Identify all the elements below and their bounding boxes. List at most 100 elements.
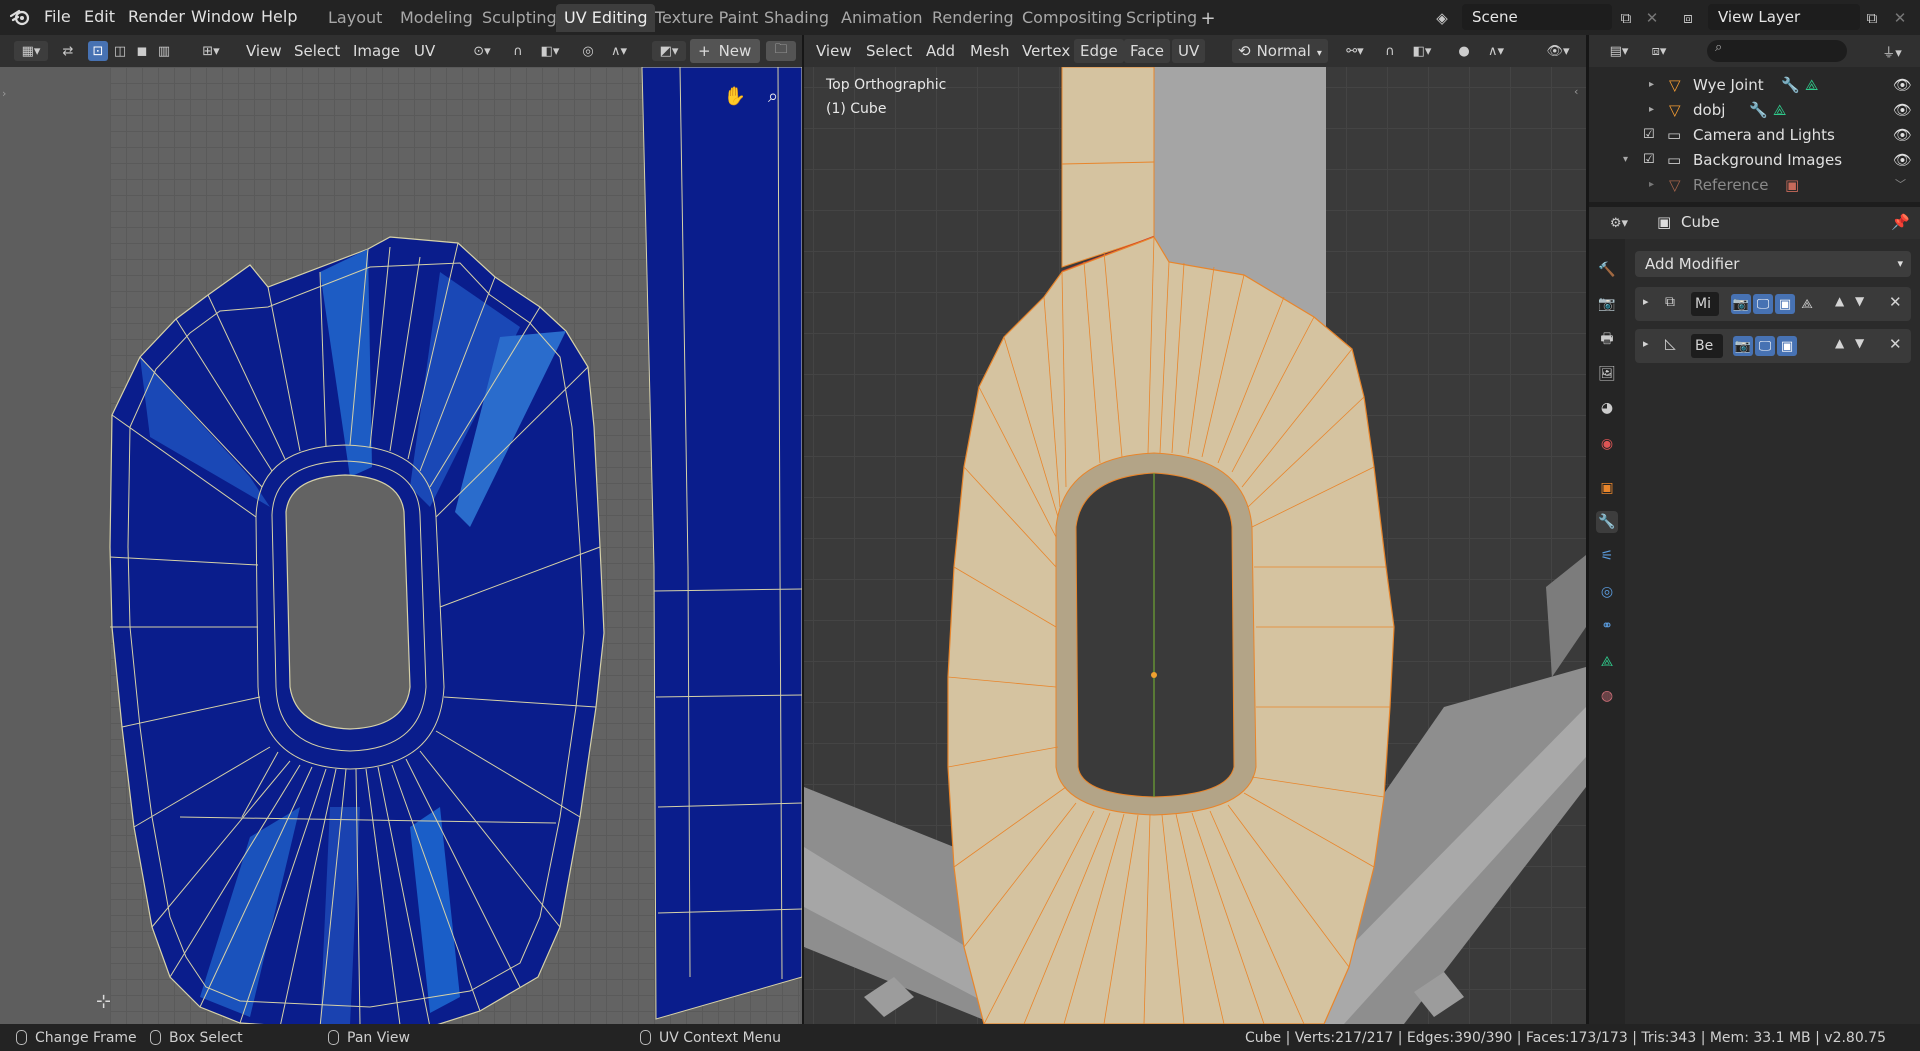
viewport-toggle-icon[interactable]: 🖵 bbox=[1755, 336, 1775, 356]
vp-snap-target-icon[interactable]: ◧▾ bbox=[1406, 41, 1438, 61]
chevron-down-icon[interactable]: ﹀ bbox=[1895, 173, 1906, 197]
tab-scripting[interactable]: Scripting bbox=[1118, 4, 1205, 32]
tab-uv-editing[interactable]: UV Editing bbox=[556, 4, 656, 32]
vp-menu-uv[interactable]: UV bbox=[1172, 39, 1206, 63]
properties-editor-type-icon[interactable]: ⚙▾ bbox=[1603, 213, 1635, 233]
tab-modeling[interactable]: Modeling bbox=[392, 4, 481, 32]
delete-scene-icon[interactable]: ✕ bbox=[1642, 8, 1662, 28]
menu-file[interactable]: File bbox=[40, 6, 75, 28]
output-tab-icon[interactable]: 🖶 bbox=[1596, 329, 1618, 351]
editmode-toggle-icon[interactable]: 📷 bbox=[1733, 336, 1753, 356]
viewport-sidebar-toggle-icon[interactable]: ‹ bbox=[1574, 85, 1578, 98]
view-layer-icon[interactable]: ⧈ bbox=[1678, 8, 1698, 28]
outliner-item-dobj[interactable]: ▸ ▽ dobj 🔧 ⟁ 👁 bbox=[1589, 98, 1920, 122]
expand-icon[interactable]: ▸ bbox=[1643, 337, 1649, 350]
tab-animation[interactable]: Animation bbox=[833, 4, 931, 32]
tab-rendering[interactable]: Rendering bbox=[924, 4, 1022, 32]
filter-icon[interactable]: ⏚▾ bbox=[1875, 41, 1909, 61]
zoom-icon[interactable]: ⌕ bbox=[758, 81, 788, 111]
vp-menu-view[interactable]: View bbox=[810, 39, 858, 63]
move-up-icon[interactable]: ▲ bbox=[1835, 336, 1844, 350]
move-down-icon[interactable]: ▼ bbox=[1855, 294, 1864, 308]
3d-viewport[interactable]: Top Orthographic (1) Cube ‹ bbox=[804, 67, 1586, 1024]
disclosure-icon[interactable]: ▸ bbox=[1649, 98, 1654, 122]
remove-modifier-icon[interactable]: ✕ bbox=[1889, 293, 1902, 311]
remove-modifier-icon[interactable]: ✕ bbox=[1889, 335, 1902, 353]
vp-menu-edge[interactable]: Edge bbox=[1074, 39, 1124, 63]
vp-menu-select[interactable]: Select bbox=[860, 39, 918, 63]
tool-tab-icon[interactable]: 🔨 bbox=[1596, 259, 1618, 281]
proportional-edit-icon[interactable]: ◎ bbox=[578, 41, 598, 61]
new-view-layer-icon[interactable]: ⧉ bbox=[1862, 8, 1882, 28]
menu-render[interactable]: Render bbox=[124, 6, 189, 28]
vp-menu-vertex[interactable]: Vertex bbox=[1016, 39, 1076, 63]
uv-menu-view[interactable]: View bbox=[240, 39, 288, 63]
new-scene-icon[interactable]: ⧉ bbox=[1616, 8, 1636, 28]
uv-menu-select[interactable]: Select bbox=[288, 39, 346, 63]
world-tab-icon[interactable]: ◉ bbox=[1596, 433, 1618, 455]
eye-icon[interactable]: 👁 bbox=[1893, 123, 1912, 147]
outliner-search-input[interactable]: ⌕ bbox=[1707, 40, 1847, 62]
viewport-overlay-icon[interactable]: 👁▾ bbox=[1540, 41, 1576, 61]
outliner-editor-type-icon[interactable]: ▤▾ bbox=[1603, 41, 1635, 61]
menu-help[interactable]: Help bbox=[257, 6, 301, 28]
tab-compositing[interactable]: Compositing bbox=[1014, 4, 1130, 32]
pivot-icon[interactable]: ⊙▾ bbox=[466, 41, 498, 61]
scene-tab-icon[interactable]: ◕ bbox=[1596, 397, 1618, 419]
snap-icon[interactable]: ∩ bbox=[508, 41, 528, 61]
cage-toggle-icon[interactable]: ⟁ bbox=[1797, 294, 1817, 314]
modifier-name-field[interactable]: Be bbox=[1691, 334, 1723, 358]
tab-layout[interactable]: Layout bbox=[320, 4, 390, 32]
render-toggle-icon[interactable]: ▣ bbox=[1775, 294, 1795, 314]
scene-field[interactable]: Scene bbox=[1462, 4, 1612, 30]
vp-menu-add[interactable]: Add bbox=[920, 39, 961, 63]
particles-tab-icon[interactable]: ⚟ bbox=[1596, 545, 1618, 567]
expand-icon[interactable]: ▾ bbox=[1623, 148, 1628, 172]
tab-sculpting[interactable]: Sculpting bbox=[474, 4, 565, 32]
constraints-tab-icon[interactable]: ⚭ bbox=[1596, 615, 1618, 637]
modifier-mirror[interactable]: ▸ ⧉ Mi 📷 🖵 ▣ ⟁ ▲ ▼ ✕ bbox=[1635, 287, 1911, 321]
open-image-icon[interactable]: 🗀 bbox=[766, 41, 796, 61]
checkbox-icon[interactable]: ☑ bbox=[1643, 148, 1655, 172]
outliner-item-camera-and-lights[interactable]: ☑ ▭ Camera and Lights 👁 bbox=[1589, 123, 1920, 147]
uv-menu-uv[interactable]: UV bbox=[408, 39, 441, 63]
vp-menu-mesh[interactable]: Mesh bbox=[964, 39, 1016, 63]
modifier-name-field[interactable]: Mi bbox=[1691, 292, 1719, 316]
eye-icon[interactable]: 👁 bbox=[1893, 73, 1912, 97]
expand-icon[interactable]: ▸ bbox=[1643, 295, 1649, 308]
material-tab-icon[interactable]: ◍ bbox=[1596, 685, 1618, 707]
vp-proportional-icon[interactable]: ● bbox=[1454, 41, 1474, 61]
view-layer-field[interactable]: View Layer bbox=[1708, 4, 1860, 30]
eye-icon[interactable]: 👁 bbox=[1893, 98, 1912, 122]
mesh-stem[interactable] bbox=[1061, 67, 1155, 268]
uv-island-ring[interactable] bbox=[109, 236, 605, 1024]
island-select-mode-icon[interactable]: ▥ bbox=[154, 41, 174, 61]
vertex-select-mode-icon[interactable]: ⊡ bbox=[88, 41, 108, 61]
render-tab-icon[interactable]: 📷 bbox=[1596, 293, 1618, 315]
delete-view-layer-icon[interactable]: ✕ bbox=[1890, 8, 1910, 28]
eye-icon[interactable]: 👁 bbox=[1893, 148, 1912, 172]
vp-menu-face[interactable]: Face bbox=[1124, 39, 1170, 63]
add-workspace-icon[interactable]: + bbox=[1198, 8, 1218, 29]
outliner-item-background-images[interactable]: ▾ ☑ ▭ Background Images 👁 bbox=[1589, 148, 1920, 172]
display-mode-icon[interactable]: ⧈▾ bbox=[1643, 41, 1675, 61]
sticky-select-icon[interactable]: ⊞▾ bbox=[196, 41, 226, 61]
pin-icon[interactable]: 📌 bbox=[1891, 213, 1910, 231]
add-modifier-dropdown[interactable]: Add Modifier ▾ bbox=[1635, 251, 1911, 277]
modifier-bevel[interactable]: ▸ ◺ Be 📷 🖵 ▣ ▲ ▼ ✕ bbox=[1635, 329, 1911, 363]
menu-window[interactable]: Window bbox=[187, 6, 258, 28]
vp-snap-icon[interactable]: ∩ bbox=[1380, 41, 1400, 61]
edge-select-mode-icon[interactable]: ◫ bbox=[110, 41, 130, 61]
editor-type-icon[interactable]: ▦▾ bbox=[14, 41, 48, 61]
move-up-icon[interactable]: ▲ bbox=[1835, 294, 1844, 308]
image-browse-icon[interactable]: ◩▾ bbox=[652, 41, 686, 61]
face-select-mode-icon[interactable]: ◼ bbox=[132, 41, 152, 61]
uv-editor[interactable]: ✋ ⌕ › ⊹ bbox=[0, 67, 802, 1024]
uv-island-strip[interactable] bbox=[641, 67, 802, 1020]
tab-texture-paint[interactable]: Texture Paint bbox=[647, 4, 766, 32]
outliner-item-wye-joint[interactable]: ▸ ▽ Wye Joint 🔧 ⟁ 👁 bbox=[1589, 73, 1920, 97]
move-down-icon[interactable]: ▼ bbox=[1855, 336, 1864, 350]
object-tab-icon[interactable]: ▣ bbox=[1596, 477, 1618, 499]
modifier-tab-icon[interactable]: 🔧 bbox=[1596, 511, 1618, 533]
tab-shading[interactable]: Shading bbox=[756, 4, 837, 32]
